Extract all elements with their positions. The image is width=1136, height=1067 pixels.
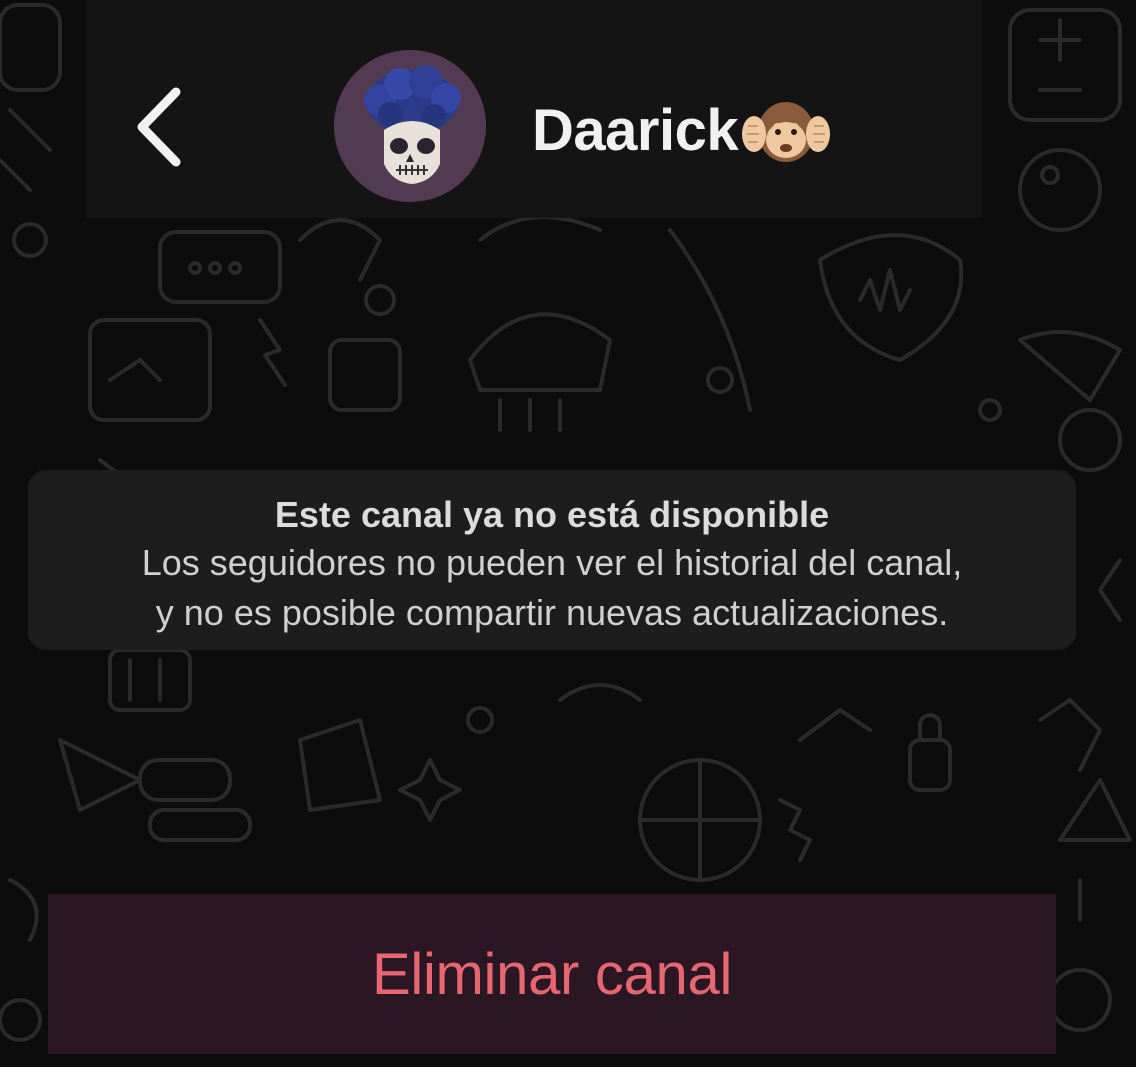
notice-title: Este canal ya no está disponible [274,494,830,535]
delete-channel-label: Eliminar canal [371,941,733,1007]
skull-avatar-icon [334,50,486,202]
channel-unavailable-notice: Este canal ya no está disponible Los seg… [28,470,1076,650]
channel-screen: Daarick Este canal ya no está disponible… [0,0,1136,1067]
delete-channel-button[interactable]: Eliminar canal [48,894,1056,1054]
channel-header: Daarick [86,0,982,218]
channel-name: Daarick [532,97,739,163]
hear-no-evil-monkey-icon [742,102,831,162]
avatar[interactable] [334,50,486,202]
back-button[interactable] [128,82,198,172]
chevron-left-icon [137,87,181,167]
channel-title[interactable]: Daarick [532,90,832,170]
notice-body: Los seguidores no pueden ver el historia… [141,542,963,633]
